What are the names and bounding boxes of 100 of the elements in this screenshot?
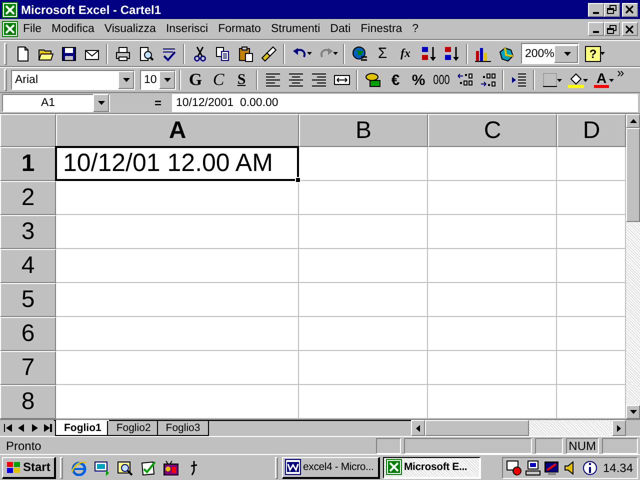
function-button[interactable]: fx: [394, 42, 417, 64]
table-cell[interactable]: [428, 283, 557, 317]
more-buttons[interactable]: »: [617, 68, 624, 78]
money-icon[interactable]: [364, 72, 380, 88]
table-cell[interactable]: [299, 351, 428, 385]
save-icon[interactable]: [60, 46, 76, 62]
previous-sheet-icon[interactable]: [17, 424, 26, 432]
underline-button[interactable]: S: [230, 69, 253, 91]
table-cell[interactable]: [299, 385, 428, 419]
minimize-button[interactable]: [588, 2, 604, 16]
row-header[interactable]: 2: [0, 181, 56, 215]
thousands-button[interactable]: 000: [430, 66, 453, 94]
row-header[interactable]: 6: [0, 317, 56, 351]
row-header[interactable]: 5: [0, 283, 56, 317]
caret-icon[interactable]: [307, 52, 312, 55]
table-cell[interactable]: [56, 385, 299, 419]
close-button[interactable]: [622, 2, 638, 16]
new-file-icon[interactable]: [14, 46, 30, 62]
scroll-down-button[interactable]: [626, 405, 640, 419]
percent-button[interactable]: %: [407, 69, 430, 91]
active-cell[interactable]: 10/12/01 12.00 AM: [55, 146, 299, 181]
table-cell[interactable]: [428, 147, 557, 181]
taskbar-button[interactable]: Microsoft E...: [383, 456, 481, 478]
decrease-indent-icon[interactable]: [510, 72, 526, 88]
print-icon[interactable]: [114, 46, 130, 62]
table-cell[interactable]: [56, 215, 299, 249]
restore-button[interactable]: [604, 2, 620, 16]
column-header[interactable]: C: [428, 114, 557, 147]
media-icon[interactable]: [163, 460, 179, 476]
menu-item[interactable]: Formato: [213, 21, 266, 37]
monitor-icon[interactable]: [544, 460, 560, 476]
merge-center-icon[interactable]: [334, 72, 350, 88]
info-icon[interactable]: [582, 460, 598, 476]
desktop-icon[interactable]: [94, 460, 110, 476]
bar-chart-icon[interactable]: [474, 46, 490, 62]
table-cell[interactable]: [299, 215, 428, 249]
copy-icon[interactable]: [214, 46, 230, 62]
table-cell[interactable]: [299, 283, 428, 317]
row-header[interactable]: 4: [0, 249, 56, 283]
column-header[interactable]: B: [299, 114, 428, 147]
table-cell[interactable]: [428, 215, 557, 249]
row-header[interactable]: 8: [0, 385, 56, 419]
borders-icon[interactable]: [542, 72, 558, 88]
caret-icon[interactable]: [600, 52, 605, 55]
table-cell[interactable]: [299, 249, 428, 283]
increase-decimal-icon[interactable]: [456, 72, 472, 88]
restore-button[interactable]: [604, 22, 620, 36]
last-sheet-icon[interactable]: [43, 424, 52, 432]
start-button[interactable]: Start: [2, 456, 56, 478]
sheet-tab[interactable]: Foglio2: [107, 421, 160, 436]
euro-button[interactable]: €: [384, 69, 407, 91]
table-cell[interactable]: [299, 147, 428, 181]
sum-button[interactable]: Σ: [371, 42, 394, 64]
scroll-right-button[interactable]: [612, 420, 626, 436]
menu-item[interactable]: Inserisci: [160, 21, 214, 37]
column-header[interactable]: D: [557, 114, 626, 147]
table-cell[interactable]: [428, 249, 557, 283]
checklist-icon[interactable]: [140, 460, 156, 476]
table-cell[interactable]: [56, 283, 299, 317]
print-preview-icon[interactable]: [138, 46, 154, 62]
sheet-tab[interactable]: Foglio1: [55, 420, 110, 436]
table-cell[interactable]: [56, 249, 299, 283]
menu-item[interactable]: Finestra: [356, 21, 408, 37]
sort-descending-icon[interactable]: [444, 46, 460, 62]
network-icon[interactable]: [525, 460, 541, 476]
browser-icon[interactable]: [71, 460, 87, 476]
align-right-icon[interactable]: [310, 72, 326, 88]
excel-icon[interactable]: [2, 21, 18, 37]
sheet-tab[interactable]: Foglio3: [156, 421, 210, 436]
paste-icon[interactable]: [238, 46, 254, 62]
caret-icon[interactable]: [557, 78, 562, 82]
caret-icon[interactable]: [609, 78, 614, 82]
table-cell[interactable]: [299, 317, 428, 351]
caret-icon[interactable]: [583, 78, 588, 82]
table-cell[interactable]: [428, 351, 557, 385]
first-sheet-icon[interactable]: [4, 424, 13, 432]
menu-item[interactable]: Strumenti: [266, 21, 326, 37]
row-header[interactable]: 7: [0, 351, 56, 385]
font-field[interactable]: Arial: [11, 70, 135, 90]
zoom-field[interactable]: 200%: [521, 43, 579, 64]
next-sheet-icon[interactable]: [30, 424, 39, 432]
magnifier-icon[interactable]: [117, 460, 133, 476]
fill-color-icon[interactable]: [568, 72, 584, 88]
menu-item[interactable]: Modifica: [46, 21, 100, 37]
decrease-decimal-icon[interactable]: [480, 72, 496, 88]
table-cell[interactable]: [56, 181, 299, 215]
minimize-button[interactable]: [588, 22, 604, 36]
sort-ascending-icon[interactable]: [420, 46, 436, 62]
menu-item[interactable]: Visualizza: [99, 21, 161, 37]
table-cell[interactable]: [428, 181, 557, 215]
scrollbar-thumb[interactable]: [425, 420, 529, 436]
taskbar-button[interactable]: excel4 - Micro...: [282, 456, 380, 478]
align-center-icon[interactable]: [288, 72, 304, 88]
caret-icon[interactable]: [333, 52, 338, 55]
italic-button[interactable]: C: [207, 69, 230, 91]
table-cell[interactable]: [428, 385, 557, 419]
row-header[interactable]: 1: [0, 147, 56, 181]
font-size-field[interactable]: 10: [140, 70, 176, 90]
menu-item[interactable]: File: [18, 21, 47, 37]
paintbrush-icon[interactable]: [260, 46, 276, 62]
